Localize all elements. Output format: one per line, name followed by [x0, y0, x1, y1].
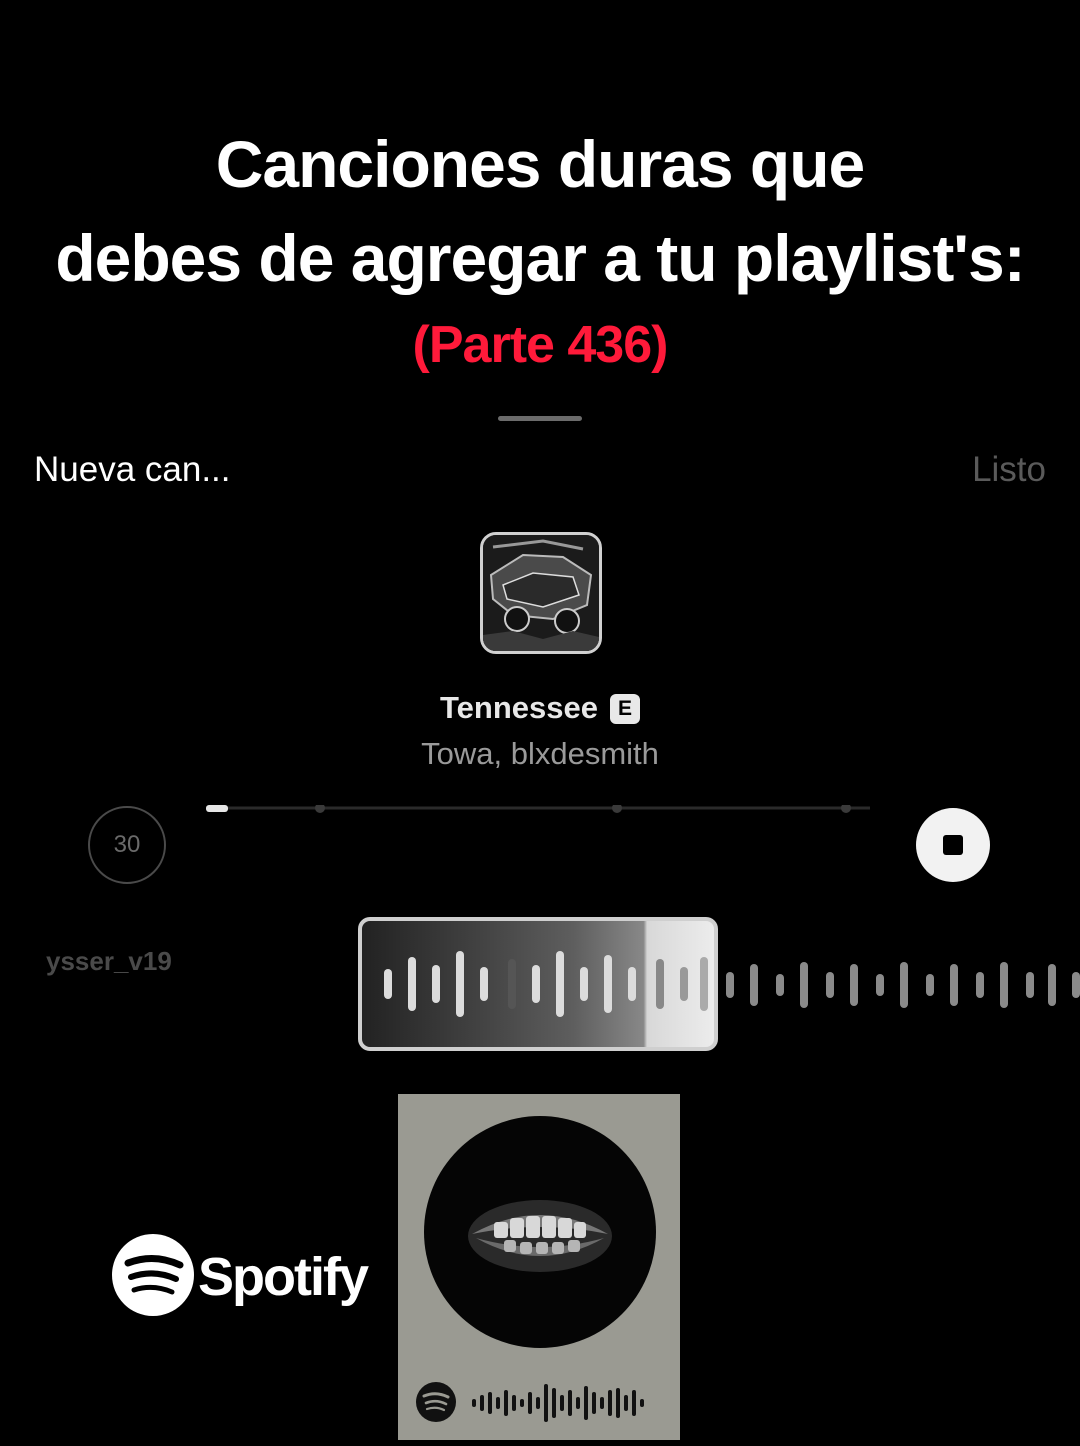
explicit-icon: E [609, 694, 640, 724]
waveform-outside [726, 962, 1080, 1008]
done-button[interactable]: Listo [972, 450, 1046, 490]
spotify-logo-icon [112, 1234, 194, 1316]
progress-track[interactable] [206, 802, 870, 813]
stop-button[interactable] [916, 808, 990, 882]
sheet-title: Nueva can... [34, 450, 231, 489]
progress-fill [206, 805, 228, 812]
stop-icon [943, 835, 963, 855]
album-cover-circle [424, 1116, 656, 1348]
song-title-text: Tennessee [440, 690, 598, 725]
spotify-code [416, 1382, 644, 1422]
song-title: Tennessee E [0, 690, 1080, 726]
duration-selector[interactable]: 30 [88, 806, 166, 884]
spotify-wordmark: Spotify [198, 1247, 369, 1307]
overlay-part-label: (Parte 436) [412, 316, 669, 374]
overlay-title-line1: Canciones duras que [215, 127, 866, 201]
username-watermark: ysser_v19 [46, 946, 172, 976]
overlay-title-line2: debes de agregar a tu playlist's: [55, 221, 1025, 295]
clip-selector[interactable] [358, 917, 718, 1051]
album-art-thumbnail [480, 532, 602, 654]
sheet-drag-handle[interactable] [498, 416, 582, 421]
album-poster [398, 1094, 680, 1440]
song-artist: Towa, blxdesmith [421, 736, 659, 771]
